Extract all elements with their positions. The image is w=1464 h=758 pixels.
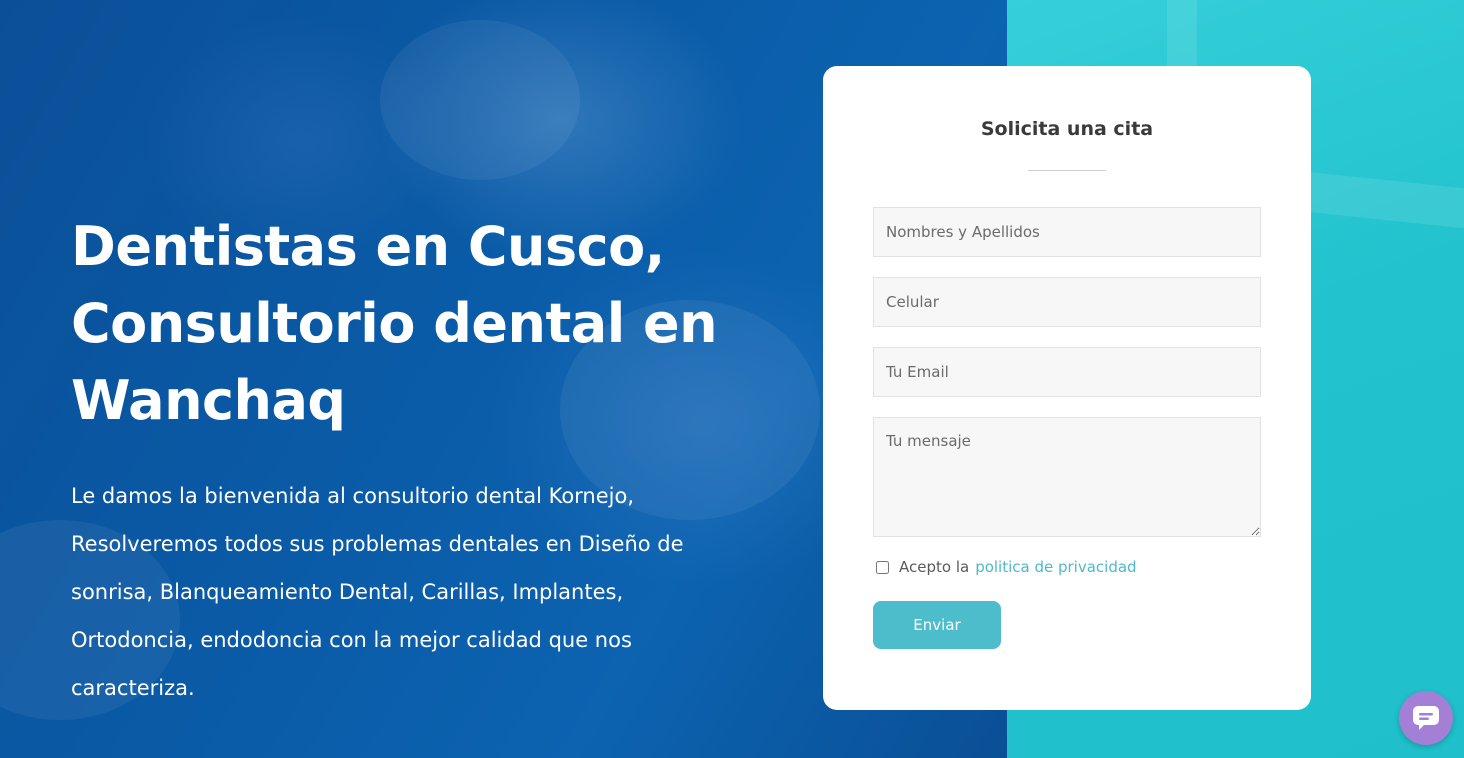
privacy-checkbox[interactable] — [876, 560, 889, 574]
form-title: Solicita una cita — [980, 118, 1154, 140]
chat-bubble-icon — [1413, 706, 1439, 730]
chat-button[interactable] — [1399, 691, 1453, 745]
title-divider — [1028, 170, 1106, 171]
phone-field[interactable] — [873, 277, 1261, 327]
page-title: Dentistas en Cusco, Consultorio dental e… — [71, 215, 718, 432]
appointment-form: Solicita una cita Acepto la politica de … — [823, 66, 1311, 710]
privacy-consent: Acepto la politica de privacidad — [876, 558, 1137, 576]
submit-button[interactable]: Enviar — [873, 601, 1001, 649]
hero-section: Dentistas en Cusco, Consultorio dental e… — [0, 0, 1464, 758]
background-stripe — [1307, 171, 1464, 229]
consent-label: Acepto la — [899, 558, 970, 576]
background-shape — [380, 20, 580, 180]
message-field[interactable] — [873, 417, 1261, 537]
hero-description: Le damos la bienvenida al consultorio de… — [71, 484, 684, 700]
privacy-policy-link[interactable]: politica de privacidad — [975, 558, 1136, 576]
email-field[interactable] — [873, 347, 1261, 397]
name-field[interactable] — [873, 207, 1261, 257]
